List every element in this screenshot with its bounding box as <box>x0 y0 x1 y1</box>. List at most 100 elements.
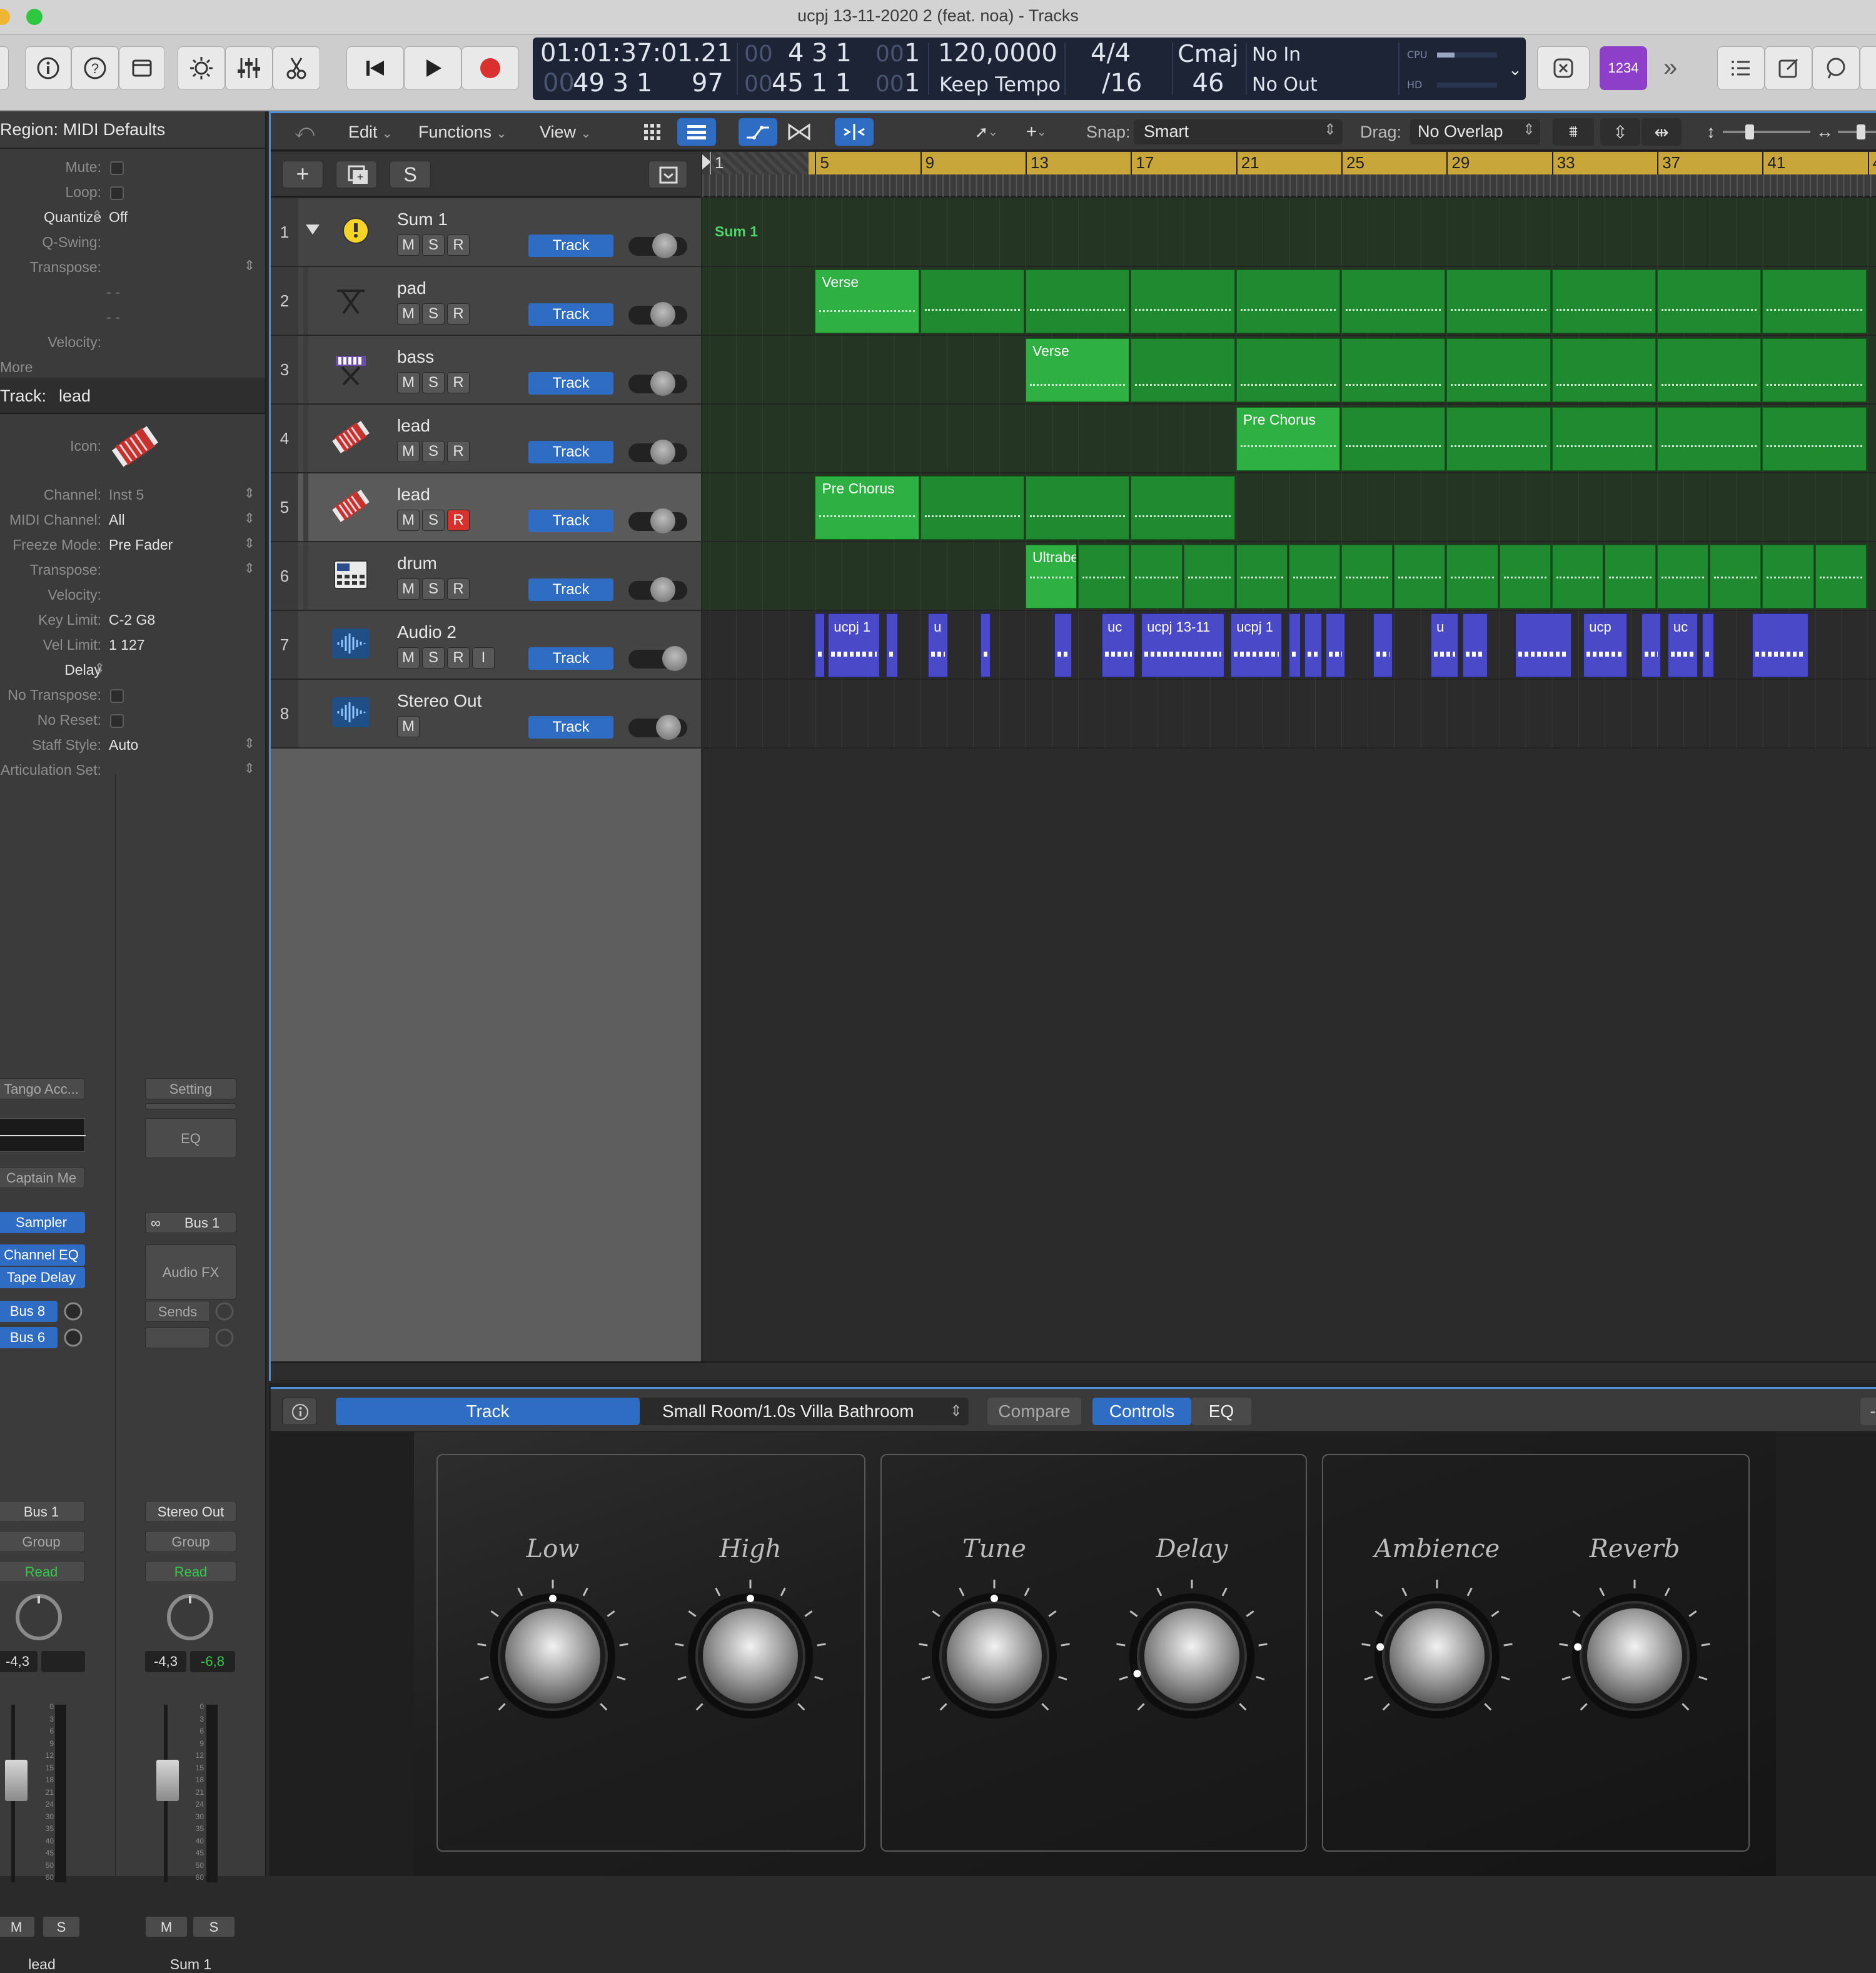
solo-button[interactable]: S <box>422 303 445 325</box>
plugin-info-button[interactable] <box>282 1398 317 1425</box>
accordion-icon[interactable] <box>331 486 371 526</box>
waveform-icon[interactable] <box>331 623 371 664</box>
region-checkbox[interactable] <box>110 161 124 175</box>
lead-fx-slot-1[interactable]: Channel EQ <box>0 1244 85 1266</box>
track-volume-toggle[interactable] <box>628 371 687 396</box>
mute-button[interactable]: M <box>397 647 420 669</box>
audio-region[interactable] <box>1325 613 1346 677</box>
midi-region-loop[interactable] <box>1657 338 1762 402</box>
track-header-7[interactable]: 7 Audio 2 M S R I Track <box>271 611 701 680</box>
sum-audio-fx-slot[interactable]: Audio FX <box>145 1244 236 1299</box>
compare-button[interactable]: Compare <box>987 1398 1081 1425</box>
midi-region-loop[interactable] <box>1394 545 1446 608</box>
sum-pan-knob[interactable] <box>165 1592 215 1642</box>
horizontal-zoom-slider[interactable] <box>1838 124 1876 139</box>
midi-region-loop[interactable] <box>1499 545 1551 608</box>
midi-region-loop[interactable] <box>1604 545 1657 608</box>
sum-setting-button[interactable]: Setting <box>145 1078 236 1099</box>
duplicate-track-button[interactable]: + <box>336 161 377 188</box>
midi-region-loop[interactable] <box>1131 545 1183 608</box>
track-on-off-button[interactable]: Track <box>528 372 613 395</box>
sum-sends-slot-empty[interactable] <box>145 1327 210 1348</box>
lcd-display[interactable]: 01:01:37:01.21 00 49 3 1 97 00 4 3 1 00 … <box>533 38 1526 100</box>
track-name[interactable]: bass <box>397 347 434 367</box>
waveform-icon[interactable] <box>331 692 371 732</box>
accordion-icon[interactable] <box>110 424 160 469</box>
disclosure-triangle-icon[interactable] <box>306 225 320 235</box>
track-row[interactable]: Staff Style: Auto ⇕ <box>0 733 263 758</box>
audio-region[interactable] <box>1641 613 1662 677</box>
mute-button[interactable]: M <box>397 441 420 462</box>
track-name[interactable]: lead <box>397 416 430 436</box>
track-name[interactable]: Stereo Out <box>397 691 482 711</box>
mute-button[interactable]: M <box>397 716 420 737</box>
midi-region-loop[interactable] <box>1710 545 1762 608</box>
midi-region-loop[interactable] <box>1026 476 1130 540</box>
track-name[interactable]: Audio 2 <box>397 622 456 642</box>
list-editors-button[interactable] <box>1717 46 1765 90</box>
midi-region-loop[interactable] <box>920 476 1024 540</box>
plugin-collapse-button[interactable]: - <box>1860 1398 1876 1425</box>
audio-region[interactable]: ucpj 1 <box>1231 613 1283 677</box>
track-volume-toggle[interactable] <box>628 440 687 465</box>
sum-input-button[interactable]: ∞ Bus 1 <box>145 1212 236 1233</box>
midi-region-loop[interactable] <box>1551 270 1657 333</box>
audio-region[interactable]: uc <box>1667 613 1698 677</box>
flex-button[interactable] <box>782 118 816 146</box>
region-row[interactable]: More <box>0 355 263 380</box>
sum-mute-button[interactable]: M <box>145 1916 188 1937</box>
midi-region-loop[interactable] <box>1551 407 1657 471</box>
track-on-off-button[interactable]: Track <box>528 716 613 739</box>
midi-region[interactable]: Pre Chorus <box>1236 407 1341 471</box>
secondary-tool-menu[interactable]: + ⌄ <box>1012 118 1060 146</box>
audio-region[interactable] <box>1054 613 1072 677</box>
midi-region-loop[interactable] <box>1551 545 1603 608</box>
view-menu[interactable]: View ⌄ <box>540 119 591 144</box>
knob-delay[interactable] <box>1111 1575 1273 1737</box>
synth-icon[interactable] <box>331 280 371 320</box>
sum-sends-slot[interactable]: Sends <box>145 1301 210 1322</box>
smart-controls-button[interactable] <box>178 46 225 90</box>
audio-region[interactable] <box>981 613 991 677</box>
list-view-button[interactable] <box>677 118 716 146</box>
track-on-off-button[interactable]: Track <box>528 441 613 463</box>
track-on-off-button[interactable]: Track <box>528 235 613 257</box>
toolbar-button[interactable] <box>119 46 165 90</box>
midi-region-loop[interactable] <box>1341 338 1446 402</box>
lead-instrument-slot[interactable]: Sampler <box>0 1212 85 1233</box>
track-volume-toggle[interactable] <box>628 577 687 602</box>
track-on-off-button[interactable]: Track <box>528 303 613 326</box>
track-row[interactable]: Transpose: ⇕ <box>0 558 263 583</box>
midi-region[interactable]: Verse <box>815 270 919 333</box>
input-monitor-button[interactable]: I <box>472 647 495 669</box>
audio-region[interactable]: ucpj 13-11 <box>1141 613 1224 677</box>
quick-help-button[interactable]: ? <box>71 46 119 90</box>
lead-fx-slot-2[interactable]: Tape Delay <box>0 1267 85 1288</box>
record-enable-button[interactable]: R <box>447 441 470 462</box>
sum-volume-fader[interactable] <box>156 1760 179 1801</box>
accordion-icon[interactable] <box>331 417 371 457</box>
track-header-config-button[interactable] <box>648 161 687 188</box>
track-name[interactable]: pad <box>397 278 426 298</box>
midi-region-loop[interactable] <box>1131 338 1235 402</box>
midi-region[interactable]: Verse <box>1026 338 1130 402</box>
tuner-button[interactable]: 1234 <box>1600 46 1647 90</box>
midi-region-loop[interactable] <box>1657 545 1709 608</box>
knob-low[interactable] <box>472 1575 634 1737</box>
bar-ruler[interactable]: 1 5 9 13 17 21 25 29 33 37 41 45 <box>702 152 1876 197</box>
track-on-off-button[interactable]: Track <box>528 510 613 532</box>
record-enable-button[interactable]: R <box>447 578 470 600</box>
note-pad-button[interactable] <box>1765 46 1812 90</box>
lead-send-2[interactable]: Bus 6 <box>0 1327 58 1348</box>
midi-region-loop[interactable] <box>1078 545 1130 608</box>
grid-view-button[interactable] <box>636 118 668 146</box>
plugin-track-button[interactable]: Track <box>336 1398 640 1425</box>
lcd-time-signature[interactable]: 4/4 <box>1091 39 1131 68</box>
eq-tab[interactable]: EQ <box>1191 1398 1251 1425</box>
track-row[interactable]: MIDI Channel: All ⇕ <box>0 508 263 533</box>
sum-group-button[interactable]: Group <box>145 1531 236 1552</box>
editors-button[interactable] <box>273 46 320 90</box>
midi-region-loop[interactable] <box>1657 270 1762 333</box>
fit-horizontal-button[interactable]: ⇹ <box>1642 118 1682 146</box>
midi-region-loop[interactable] <box>1341 407 1446 471</box>
